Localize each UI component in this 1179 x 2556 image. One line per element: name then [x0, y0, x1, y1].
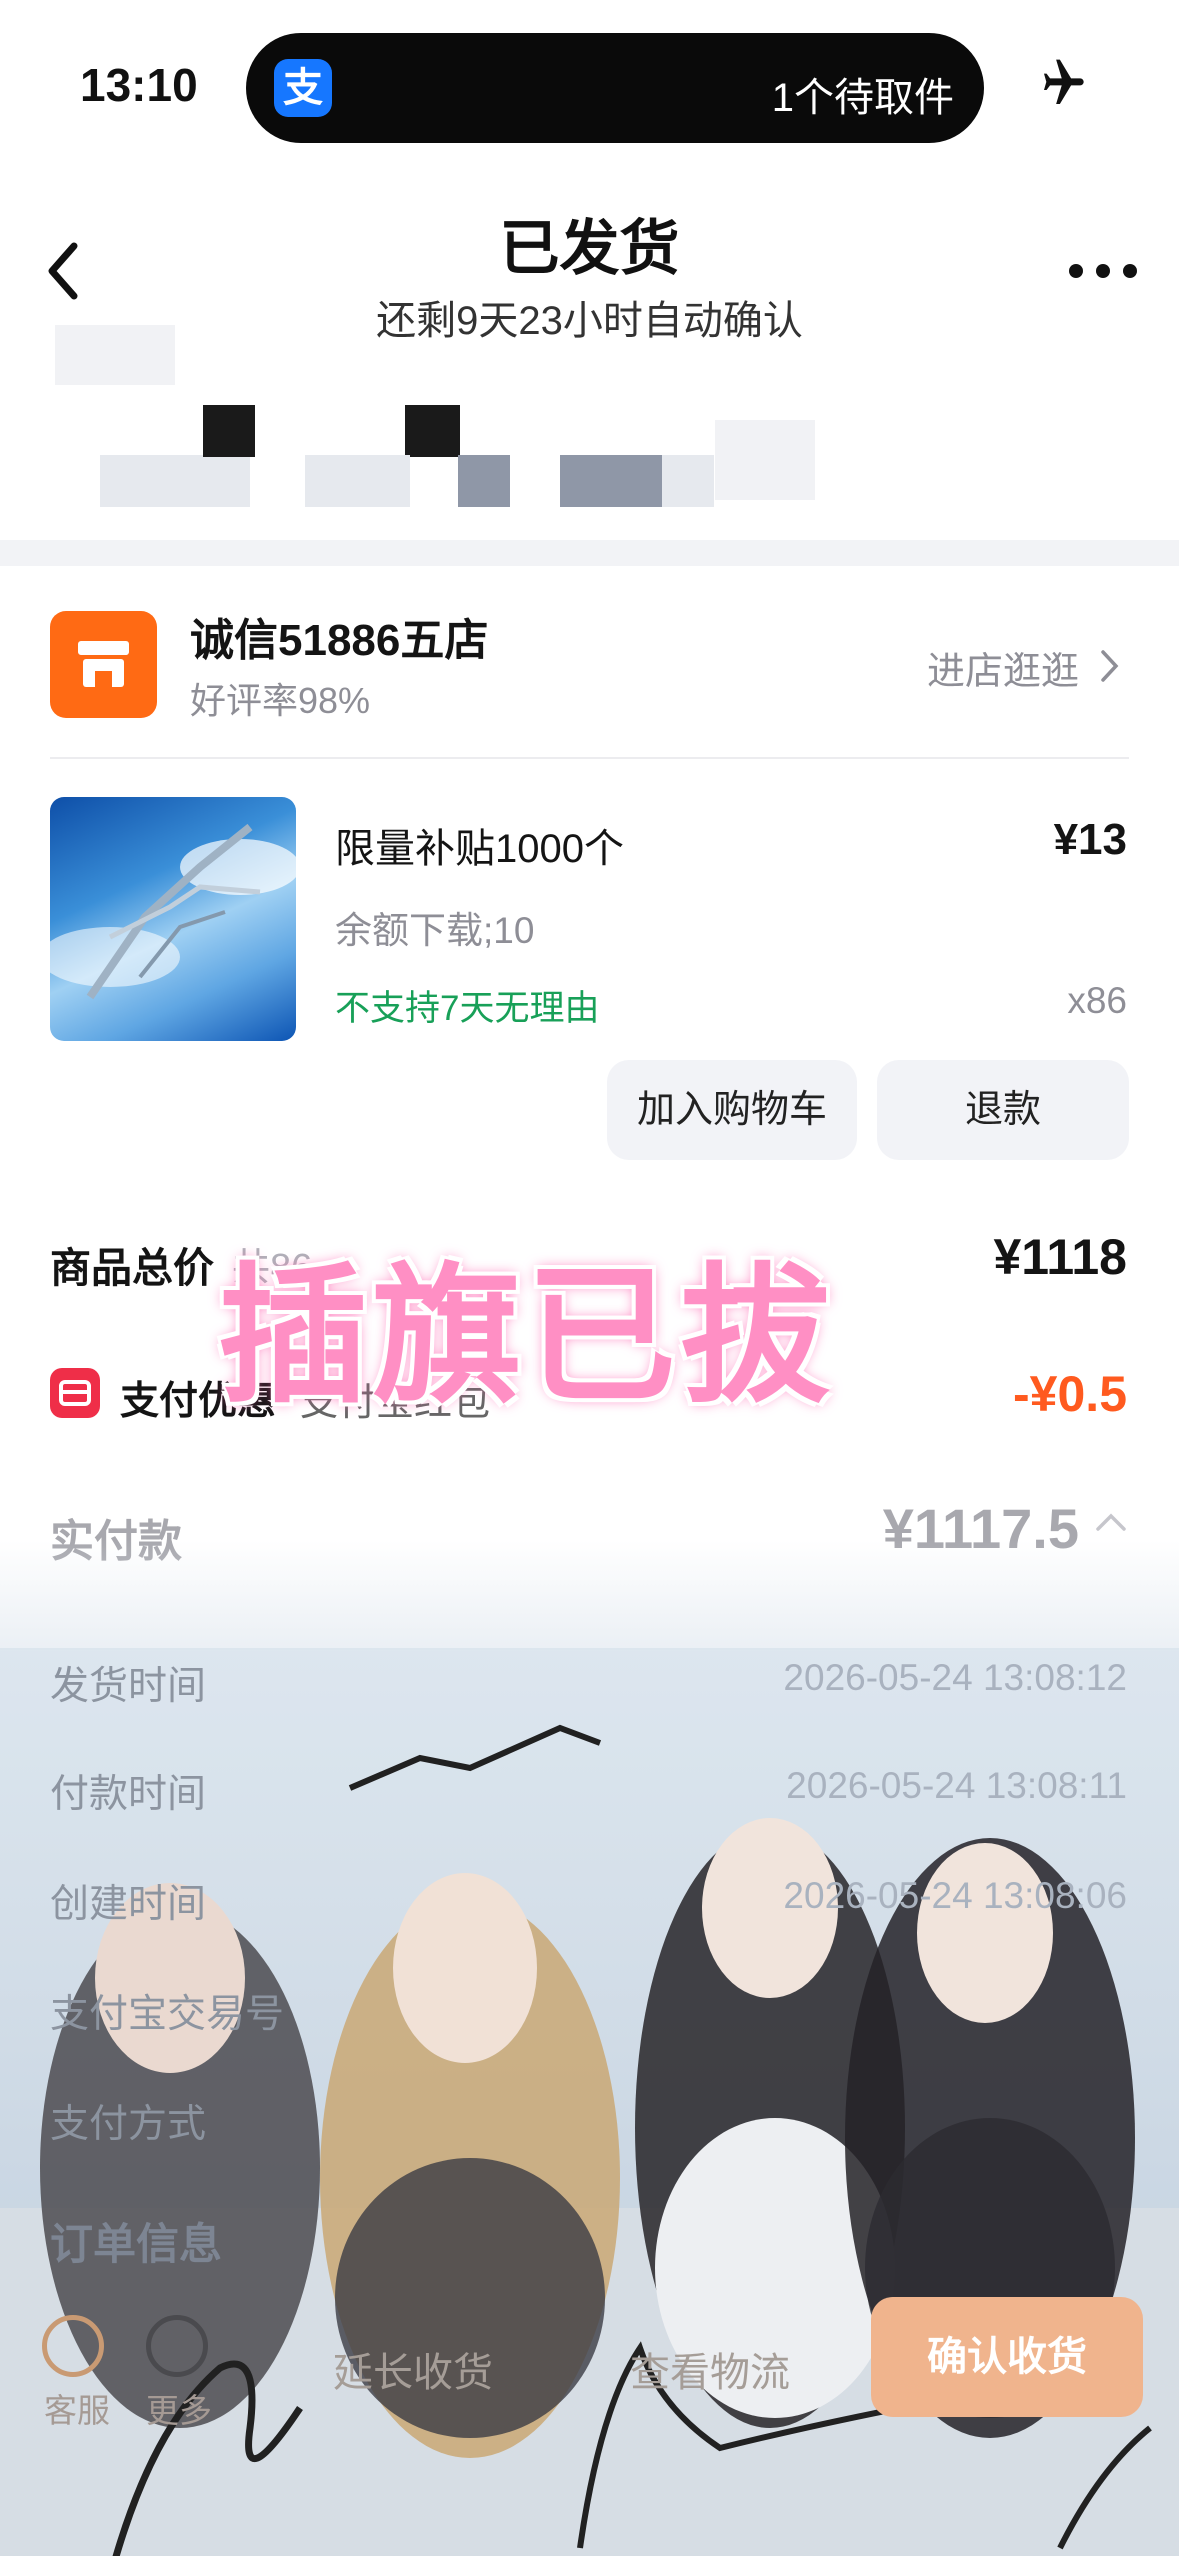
extend-receipt-button[interactable]: 延长收货 [333, 2340, 493, 2398]
product-price: ¥13 [1053, 815, 1127, 864]
shop-name[interactable]: 诚信51886五店 [190, 604, 488, 668]
detail-label: 创建时间 [50, 1883, 207, 1926]
customer-service-label[interactable]: 客服 [44, 2384, 110, 2432]
enter-shop-link[interactable]: 进店逛逛 [927, 640, 1079, 695]
refund-button[interactable]: 退款 [877, 1060, 1129, 1160]
return-policy-badge: 不支持7天无理由 [335, 989, 600, 1028]
dynamic-island[interactable]: 支 1个待取件 [246, 33, 984, 143]
total-price-label: 商品总价 [50, 1245, 214, 1291]
status-time: 13:10 [80, 59, 198, 111]
product-name[interactable]: 限量补贴1000个 [335, 816, 624, 874]
watermark-text: 插旗已拔 [218, 1252, 835, 1420]
detail-value: 2026-05-24 13:08:12 [783, 1657, 1127, 1698]
shop-store-icon[interactable] [50, 611, 157, 718]
product-thumbnail[interactable] [50, 797, 296, 1041]
product-spec: 余额下载;10 [335, 910, 535, 951]
alipay-logo-icon: 支 [274, 59, 332, 117]
chevron-up-icon[interactable] [1095, 1512, 1127, 1532]
detail-label: 发货时间 [50, 1665, 207, 1708]
detail-label: 支付方式 [50, 2103, 207, 2146]
detail-value: 2026-05-24 13:08:06 [783, 1875, 1127, 1916]
detail-value: 2026-05-24 13:08:11 [786, 1765, 1127, 1806]
customer-service-icon[interactable] [42, 2315, 104, 2377]
product-quantity: x86 [1067, 980, 1127, 1021]
island-notification-text: 1个待取件 [771, 76, 954, 120]
divider [50, 757, 1129, 759]
more-dots-icon[interactable] [1068, 263, 1138, 279]
airplane-icon [1044, 59, 1084, 104]
more-options-label[interactable]: 更多 [146, 2384, 212, 2432]
more-options-icon[interactable] [146, 2315, 208, 2377]
add-to-cart-button[interactable]: 加入购物车 [607, 1060, 857, 1160]
detail-label: 支付宝交易号 [50, 1993, 285, 2036]
auto-confirm-countdown: 还剩9天23小时自动确认 [376, 299, 803, 343]
detail-label: 付款时间 [50, 1773, 207, 1816]
photo-fade [0, 1540, 1179, 1650]
total-price-value: ¥1118 [993, 1229, 1127, 1285]
order-info-header[interactable]: 订单信息 [50, 2210, 222, 2272]
confirm-receipt-button[interactable]: 确认收货 [871, 2297, 1143, 2417]
page-title: 已发货 [499, 215, 680, 282]
chevron-right-icon[interactable] [1098, 648, 1122, 684]
view-logistics-button[interactable]: 查看物流 [630, 2340, 790, 2398]
section-divider [0, 540, 1179, 566]
wallet-icon [50, 1368, 100, 1418]
shop-rating: 好评率98% [190, 680, 371, 721]
payment-discount-value: -¥0.5 [1013, 1366, 1127, 1422]
